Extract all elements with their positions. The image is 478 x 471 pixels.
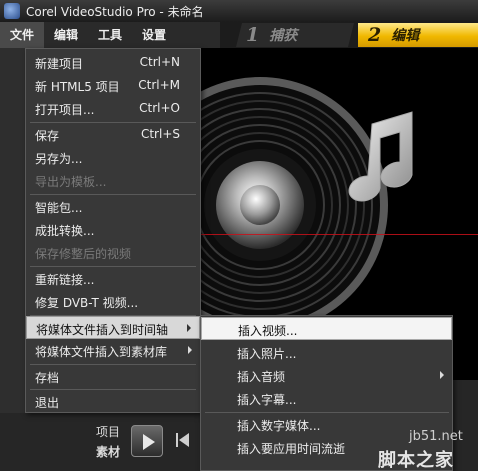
menu-item-insert-to-library[interactable]: 将媒体文件插入到素材库 xyxy=(26,339,200,362)
menu-settings[interactable]: 设置 xyxy=(132,22,176,48)
submenu-arrow-icon xyxy=(187,324,191,332)
menu-item-exit[interactable]: 退出 xyxy=(26,390,200,413)
menu-bar: 文件 编辑 工具 设置 xyxy=(0,22,220,48)
step-edit-tab[interactable]: 2 编辑 xyxy=(358,23,478,47)
submenu-item-insert-photo[interactable]: 插入照片... xyxy=(201,341,452,364)
step-capture-tab[interactable]: 1 捕获 xyxy=(236,23,354,47)
menu-item-export-template: 导出为模板... xyxy=(35,175,107,189)
app-logo-icon xyxy=(4,3,20,19)
clip-mode-label[interactable]: 素材 xyxy=(96,443,120,460)
menu-item-batch-convert[interactable]: 成批转换... xyxy=(26,218,200,241)
shortcut-label: Ctrl+N xyxy=(139,55,180,69)
submenu-arrow-icon xyxy=(188,346,192,354)
menu-item-archive[interactable]: 存档 xyxy=(26,365,200,388)
menu-item-repair-dvbt-video[interactable]: 修复 DVB-T 视频... xyxy=(26,290,200,313)
menu-item-save[interactable]: 保存 Ctrl+S xyxy=(26,123,200,146)
menu-item-insert-to-timeline[interactable]: 将媒体文件插入到时间轴 xyxy=(26,316,200,339)
shortcut-label: Ctrl+M xyxy=(138,78,180,92)
workflow-steps: 1 捕获 2 编辑 xyxy=(220,22,478,48)
shortcut-label: Ctrl+O xyxy=(139,101,180,115)
submenu-arrow-icon xyxy=(440,371,444,379)
menu-tools[interactable]: 工具 xyxy=(88,22,132,48)
submenu-item-insert-video[interactable]: 插入视频... xyxy=(201,317,452,340)
skip-to-start-icon[interactable] xyxy=(176,432,190,448)
menu-item-save-trimmed-video: 保存修整后的视频 xyxy=(35,247,132,261)
step-capture-number: 1 xyxy=(246,24,260,46)
title-bar: Corel VideoStudio Pro - 未命名 xyxy=(0,0,478,22)
submenu-item-insert-subtitle[interactable]: 插入字幕... xyxy=(201,387,452,410)
menu-item-relink[interactable]: 重新链接... xyxy=(26,267,200,290)
play-button[interactable] xyxy=(131,425,163,457)
step-edit-label: 编辑 xyxy=(391,28,420,44)
shortcut-label: Ctrl+S xyxy=(140,127,180,141)
menu-item-smart-package[interactable]: 智能包... xyxy=(26,195,200,218)
menu-item-save-as[interactable]: 另存为... xyxy=(26,146,200,169)
window-title: Corel VideoStudio Pro - 未命名 xyxy=(26,4,204,19)
watermark-name: 脚本之家 xyxy=(378,450,454,471)
step-edit-number: 2 xyxy=(368,24,382,46)
file-menu-dropdown: 新建项目 Ctrl+N 新 HTML5 项目 Ctrl+M 打开项目... Ct… xyxy=(25,48,201,413)
watermark-site: jb51.net xyxy=(409,429,463,444)
menu-edit[interactable]: 编辑 xyxy=(44,22,88,48)
menu-file[interactable]: 文件 xyxy=(0,22,45,48)
step-capture-label: 捕获 xyxy=(269,28,298,44)
menu-item-new-html5-project[interactable]: 新 HTML5 项目 Ctrl+M xyxy=(26,74,200,97)
menu-item-open-project[interactable]: 打开项目... Ctrl+O xyxy=(26,97,200,120)
project-mode-label[interactable]: 项目 xyxy=(96,423,120,440)
menu-icon-strip xyxy=(0,48,25,413)
submenu-item-insert-audio[interactable]: 插入音频 xyxy=(201,364,452,387)
menu-item-new-project[interactable]: 新建项目 Ctrl+N xyxy=(26,51,200,74)
